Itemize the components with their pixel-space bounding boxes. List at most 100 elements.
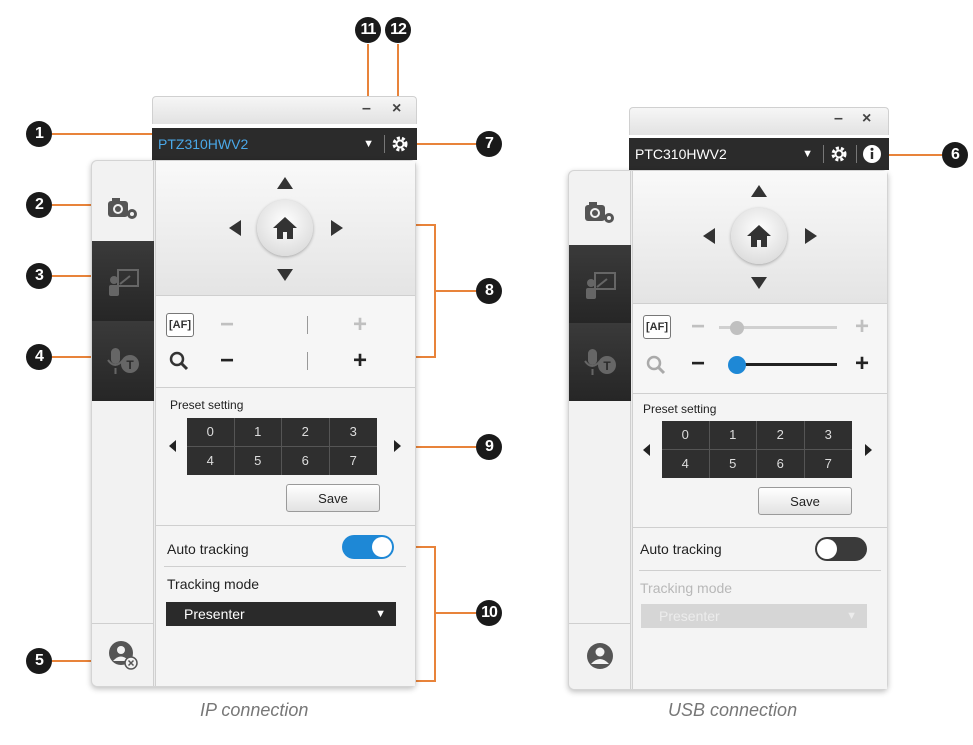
tab-presenter[interactable] — [569, 245, 631, 323]
callout-line-1 — [52, 133, 152, 135]
zoom-plus-button[interactable]: + — [855, 352, 869, 376]
chevron-down-icon: ▼ — [375, 608, 386, 620]
ip-focus-zoom-section: [AF] − + − + — [156, 296, 415, 388]
ip-close-button[interactable]: × — [392, 100, 401, 118]
preset-button[interactable]: 6 — [757, 449, 805, 478]
focus-plus-button[interactable]: + — [855, 315, 869, 339]
usb-caption: USB connection — [668, 700, 798, 720]
gear-icon[interactable] — [828, 143, 850, 165]
af-icon[interactable]: [AF] — [643, 315, 671, 339]
preset-button[interactable]: 0 — [662, 421, 710, 450]
callout-2: 2 — [26, 192, 52, 218]
auto-tracking-label: Auto tracking — [167, 541, 249, 557]
tab-voice-tracking[interactable]: T — [569, 323, 631, 401]
callout-line-4 — [52, 356, 96, 358]
gear-icon[interactable] — [389, 133, 411, 155]
tab-camera-settings[interactable] — [92, 177, 154, 241]
preset-button[interactable]: 3 — [329, 418, 377, 447]
preset-button[interactable]: 6 — [282, 446, 330, 475]
usb-camera-selector[interactable]: PTC310HWV2 ▼ — [629, 138, 889, 170]
preset-button[interactable]: 2 — [282, 418, 330, 447]
preset-button[interactable]: 1 — [234, 418, 282, 447]
tab-voice-tracking[interactable]: T — [92, 321, 154, 401]
preset-prev-arrow[interactable] — [169, 440, 176, 452]
info-icon[interactable] — [861, 143, 883, 165]
auto-tracking-toggle[interactable] — [815, 537, 867, 561]
ip-ptz-section — [156, 161, 415, 296]
user-remove-icon — [109, 640, 138, 670]
preset-button[interactable]: 5 — [235, 446, 282, 475]
preset-button[interactable]: 7 — [330, 447, 378, 476]
callout-6: 6 — [942, 142, 968, 168]
ip-titlebar — [152, 96, 417, 124]
home-icon — [273, 217, 297, 239]
pan-left-arrow[interactable] — [703, 228, 715, 244]
preset-button[interactable]: 4 — [662, 449, 710, 478]
ip-content: [AF] − + − + Preset setting 0 1 2 3 4 5 … — [155, 161, 415, 686]
save-button[interactable]: Save — [758, 487, 852, 515]
preset-title: Preset setting — [170, 398, 244, 412]
preset-button[interactable]: 5 — [710, 449, 757, 478]
pan-up-arrow[interactable] — [751, 185, 767, 197]
pan-right-arrow[interactable] — [805, 228, 817, 244]
tab-camera-settings[interactable] — [569, 181, 631, 245]
pan-down-arrow[interactable] — [277, 269, 293, 281]
home-button[interactable] — [731, 208, 787, 264]
chevron-down-icon: ▼ — [846, 610, 857, 622]
pan-right-arrow[interactable] — [331, 220, 343, 236]
preset-button[interactable]: 1 — [709, 421, 757, 450]
usb-ptz-section — [633, 171, 887, 304]
tracking-mode-dropdown[interactable]: Presenter ▼ — [166, 602, 396, 626]
callout-line-7 — [416, 143, 476, 145]
ip-caption: IP connection — [200, 700, 309, 720]
callout-bracket-10 — [434, 546, 436, 682]
zoom-minus-button[interactable]: − — [691, 352, 705, 376]
chevron-down-icon[interactable]: ▼ — [802, 148, 813, 160]
ip-preset-section: Preset setting 0 1 2 3 4 5 6 7 Save — [156, 388, 415, 526]
chevron-down-icon[interactable]: ▼ — [363, 138, 374, 150]
usb-focus-zoom-section: [AF] − + − + — [633, 304, 887, 394]
ip-camera-selector[interactable]: PTZ310HWV2 ▼ — [152, 128, 417, 160]
tracking-mode-label: Tracking mode — [640, 580, 733, 596]
ip-preset-grid: 0 1 2 3 4 5 6 7 — [187, 418, 377, 475]
presenter-board-icon — [109, 269, 139, 296]
focus-minus-button[interactable]: − — [220, 313, 234, 337]
zoom-slider-handle[interactable] — [727, 356, 746, 374]
callout-line-3 — [52, 275, 96, 277]
tracking-mode-dropdown[interactable]: Presenter ▼ — [641, 604, 867, 628]
zoom-plus-button[interactable]: + — [353, 349, 367, 373]
pan-down-arrow[interactable] — [751, 277, 767, 289]
af-icon[interactable]: [AF] — [166, 313, 194, 337]
pan-left-arrow[interactable] — [229, 220, 241, 236]
usb-content: [AF] − + − + Preset setting 0 1 2 3 4 5 … — [632, 171, 887, 689]
tab-presenter[interactable] — [92, 241, 154, 321]
usb-preset-grid: 0 1 2 3 4 5 6 7 — [662, 421, 852, 478]
voice-tracking-icon: T — [584, 349, 616, 375]
preset-next-arrow[interactable] — [394, 440, 401, 452]
preset-button[interactable]: 2 — [757, 421, 805, 450]
ip-minimize-button[interactable]: – — [362, 100, 371, 118]
preset-button[interactable]: 4 — [187, 446, 235, 475]
usb-close-button[interactable]: × — [862, 110, 871, 128]
focus-minus-button[interactable]: − — [691, 315, 705, 339]
save-button[interactable]: Save — [286, 484, 380, 512]
preset-button[interactable]: 3 — [804, 421, 852, 450]
preset-next-arrow[interactable] — [865, 444, 872, 456]
focus-slider-handle[interactable] — [729, 321, 744, 335]
focus-plus-button[interactable]: + — [353, 313, 367, 337]
auto-tracking-toggle[interactable] — [342, 535, 394, 559]
zoom-slider[interactable] — [731, 363, 837, 366]
zoom-minus-button[interactable]: − — [220, 349, 234, 373]
preset-button[interactable]: 7 — [805, 450, 853, 479]
tab-user[interactable] — [569, 623, 631, 687]
tab-user[interactable] — [92, 623, 154, 685]
preset-button[interactable]: 0 — [187, 418, 235, 447]
home-button[interactable] — [257, 200, 313, 256]
usb-titlebar — [629, 107, 889, 135]
usb-minimize-button[interactable]: – — [834, 110, 843, 128]
ip-camera-name: PTZ310HWV2 — [158, 136, 249, 152]
pan-up-arrow[interactable] — [277, 177, 293, 189]
callout-1: 1 — [26, 121, 52, 147]
preset-prev-arrow[interactable] — [643, 444, 650, 456]
callout-11: 11 — [355, 17, 381, 43]
